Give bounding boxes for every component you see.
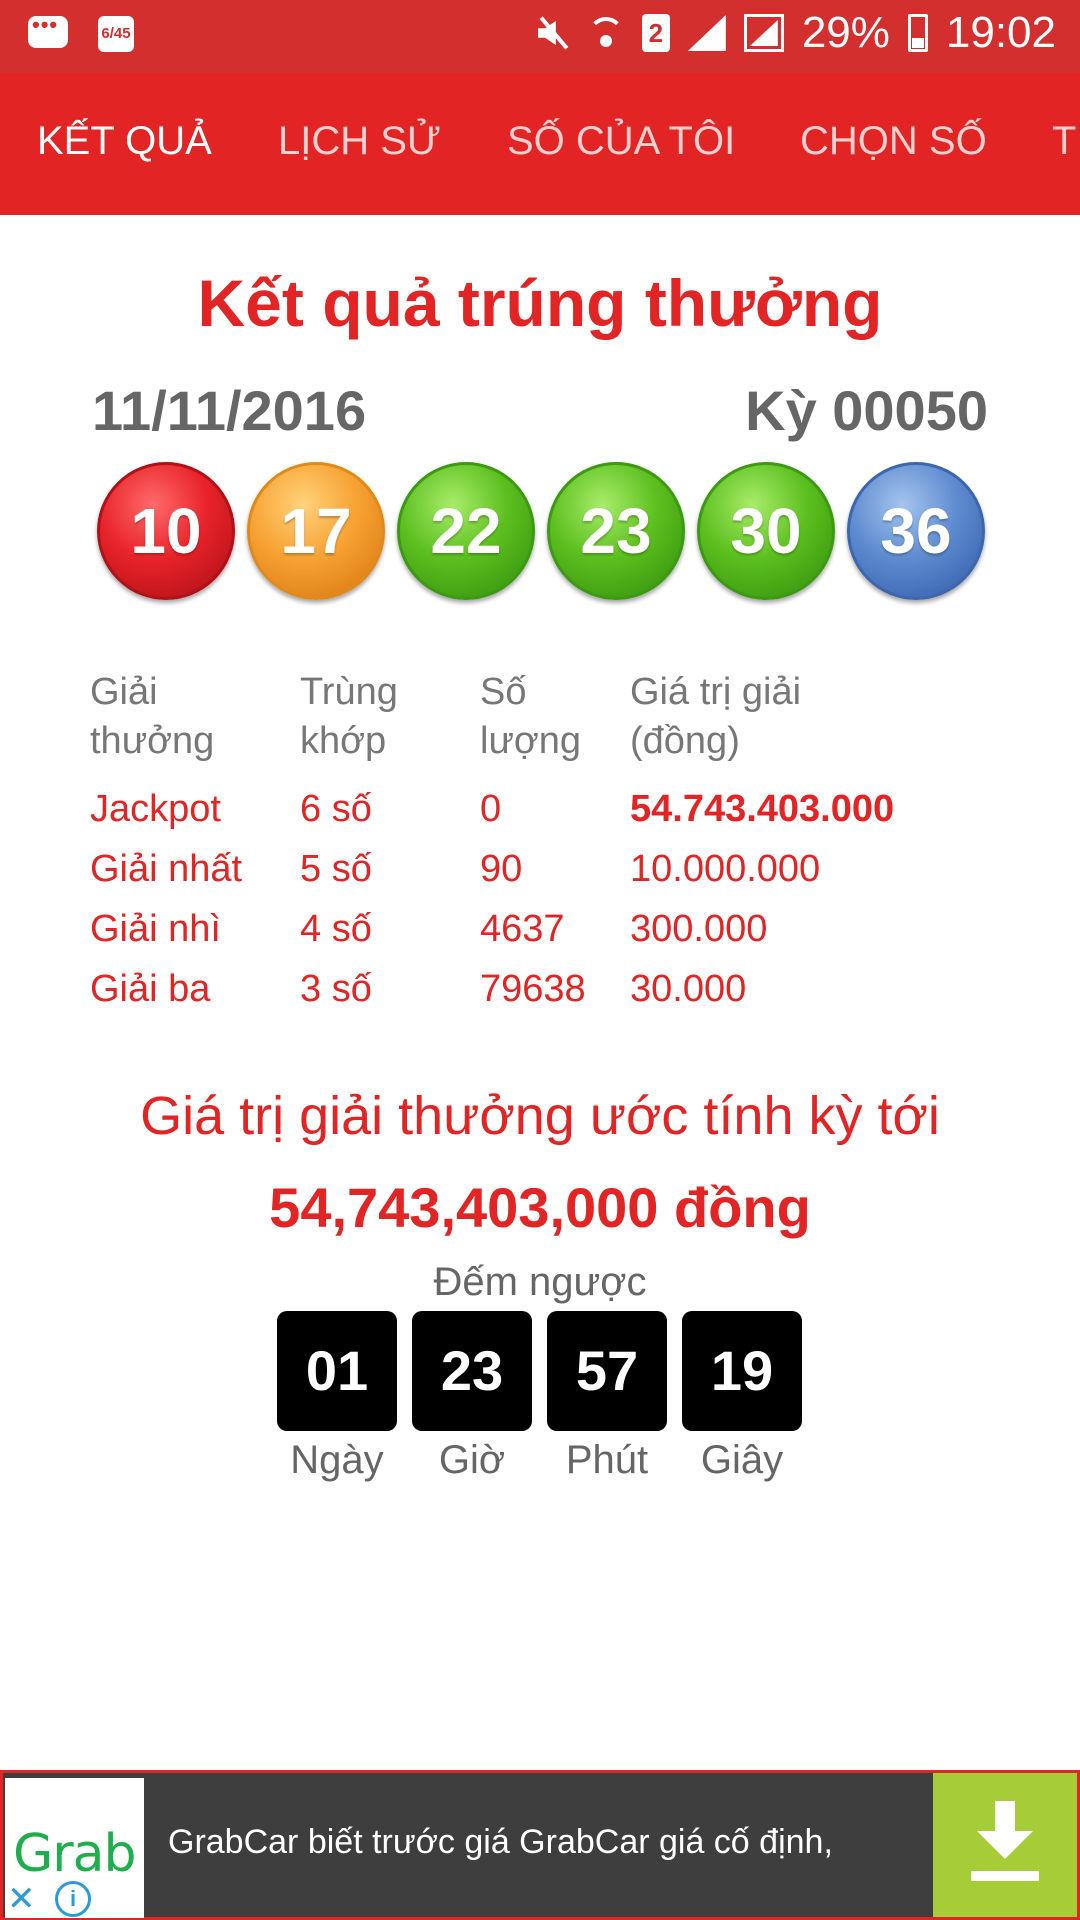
prize-name: Giải nhất xyxy=(90,848,243,890)
countdown-minutes: 57 xyxy=(547,1311,667,1431)
message-notification-icon xyxy=(28,12,68,48)
number-ball: 22 xyxy=(397,462,535,600)
close-icon[interactable]: ✕ xyxy=(7,1879,36,1919)
number-ball: 10 xyxy=(97,462,235,600)
prize-match: 3 số xyxy=(300,968,372,1010)
prize-count: 79638 xyxy=(480,968,586,1010)
grab-logo-text: Grab xyxy=(13,1824,137,1884)
tab-lich-su[interactable]: LỊCH SỬ xyxy=(278,119,441,164)
clock: 19:02 xyxy=(945,8,1056,57)
countdown-unit-seconds: Giây xyxy=(700,1438,784,1482)
wifi-icon xyxy=(587,13,624,53)
countdown-seconds: 19 xyxy=(682,1311,802,1431)
prize-match: 4 số xyxy=(300,908,372,950)
prize-match: 6 số xyxy=(300,788,372,830)
prize-count: 0 xyxy=(480,788,502,830)
next-jackpot-value: 54,743,403,000 đồng xyxy=(269,1176,811,1239)
prize-name: Jackpot xyxy=(90,788,221,830)
next-jackpot-label: Giá trị giải thưởng ước tính kỳ tới xyxy=(140,1086,940,1146)
tab-so-cua-toi[interactable]: SỐ CỦA TÔI xyxy=(507,119,735,164)
prize-name: Giải nhì xyxy=(90,908,221,950)
column-header-prize: Giải thưởng xyxy=(90,671,215,762)
download-icon-base xyxy=(971,1871,1039,1881)
draw-date: 11/11/2016 xyxy=(92,379,367,442)
signal-secondary-icon xyxy=(743,14,784,52)
number-ball: 23 xyxy=(547,462,685,600)
column-header-count: Số lượng xyxy=(480,671,582,762)
prize-value: 30.000 xyxy=(630,968,747,1010)
battery-percent: 29% xyxy=(801,8,890,57)
prize-count: 4637 xyxy=(480,908,565,950)
sim-icon: 2 xyxy=(641,14,670,52)
tab-bar: KẾT QUẢ LỊCH SỬ SỐ CỦA TÔI CHỌN SỐ T xyxy=(0,73,1080,215)
tab-overflow[interactable]: T xyxy=(1052,119,1076,164)
prize-match: 5 số xyxy=(300,848,372,890)
prize-name: Giải ba xyxy=(90,968,211,1010)
battery-icon xyxy=(907,14,928,52)
signal-icon xyxy=(687,15,726,51)
column-header-value: Giá trị giải (đồng) xyxy=(630,671,802,762)
ad-text[interactable]: GrabCar biết trước giá GrabCar giá cố đị… xyxy=(168,1823,833,1862)
mute-icon xyxy=(534,13,570,53)
tab-ket-qua[interactable]: KẾT QUẢ xyxy=(37,119,212,164)
download-icon xyxy=(977,1801,1033,1861)
prize-value: 54.743.403.000 xyxy=(630,788,895,830)
countdown-days: 01 xyxy=(277,1311,397,1431)
status-bar: 6/45 2 29% 19:02 xyxy=(0,0,1080,73)
prize-value: 300.000 xyxy=(630,908,768,950)
prize-value: 10.000.000 xyxy=(630,848,821,890)
draw-number: Kỳ 00050 xyxy=(745,379,988,442)
page-title: Kết quả trúng thưởng xyxy=(197,266,883,340)
lottery-app-notification-icon: 6/45 xyxy=(98,16,134,52)
ad-banner[interactable]: Grab ✕ i GrabCar biết trước giá GrabCar … xyxy=(0,1770,1080,1920)
countdown-hours: 23 xyxy=(412,1311,532,1431)
prize-count: 90 xyxy=(480,848,523,890)
number-ball: 17 xyxy=(247,462,385,600)
countdown-label: Đếm ngược xyxy=(433,1260,647,1304)
download-button[interactable] xyxy=(933,1773,1077,1917)
number-ball: 30 xyxy=(697,462,835,600)
tab-chon-so[interactable]: CHỌN SỐ xyxy=(800,119,987,164)
number-ball: 36 xyxy=(847,462,985,600)
info-icon[interactable]: i xyxy=(55,1881,91,1917)
column-header-match: Trùng khớp xyxy=(300,671,398,762)
